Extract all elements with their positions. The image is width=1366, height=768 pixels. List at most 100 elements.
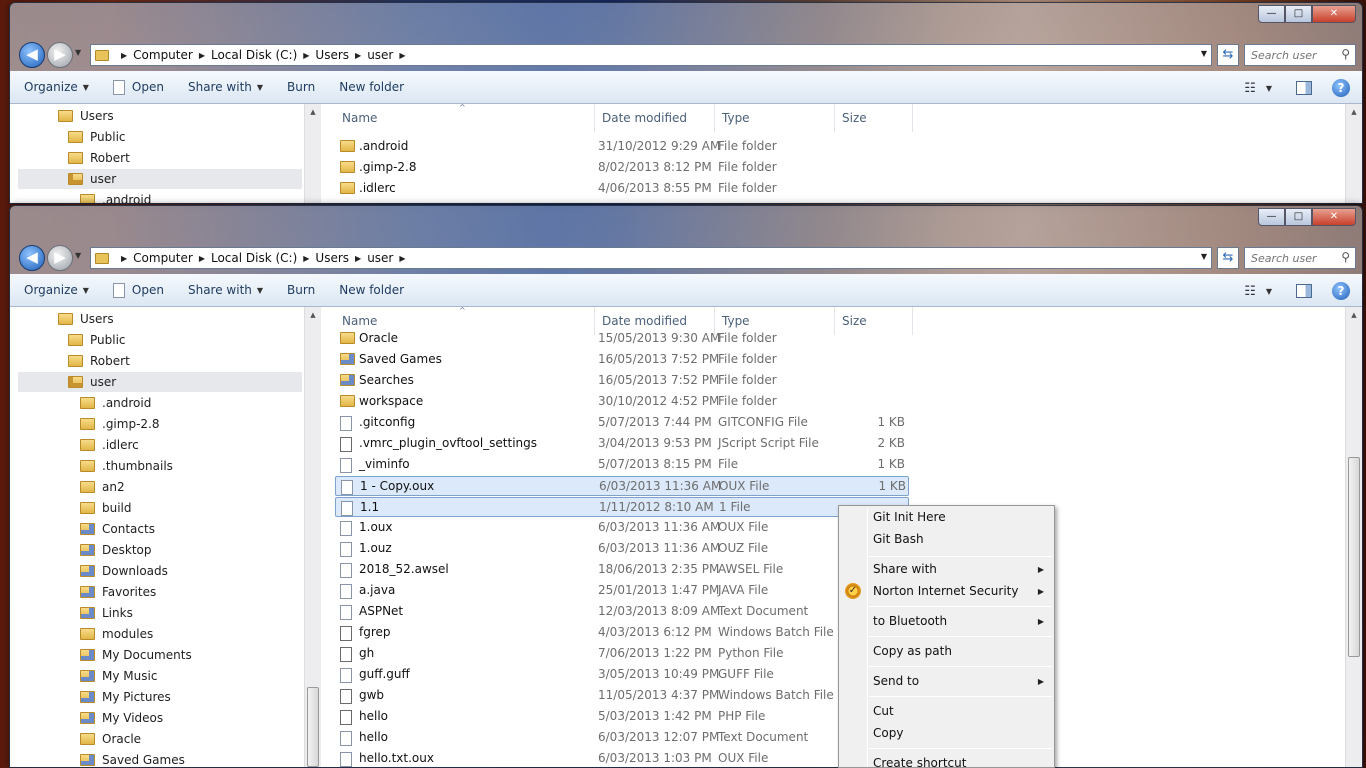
scroll-up-icon[interactable]: ▲	[1346, 104, 1362, 120]
file-row[interactable]: 1.1 1/11/2012 8:10 AM 1 File	[335, 497, 909, 517]
chevron-right-icon[interactable]: ▶	[355, 51, 361, 60]
file-row[interactable]: 1.oux 6/03/2013 11:36 AM OUX File	[335, 518, 909, 538]
menu-item-git-init-here[interactable]: Git Init Here	[873, 510, 946, 524]
nav-item[interactable]: .gimp-2.8	[80, 414, 160, 434]
views-icon[interactable]: ☷	[1244, 81, 1256, 96]
nav-item[interactable]: Contacts	[80, 519, 155, 539]
file-row[interactable]: gwb 11/05/2013 4:37 PM Windows Batch File	[335, 686, 909, 706]
breadcrumb-users[interactable]: Users	[315, 48, 349, 62]
nav-item[interactable]: modules	[80, 624, 153, 644]
menu-item-copy[interactable]: Copy	[873, 726, 903, 740]
file-row[interactable]: 2018_52.awsel 18/06/2013 2:35 PM AWSEL Fil…	[335, 560, 909, 580]
back-button[interactable]: ◀	[19, 245, 45, 271]
breadcrumb-local-disk[interactable]: Local Disk (C:)	[211, 48, 297, 62]
burn-button[interactable]: Burn	[287, 283, 315, 297]
file-row[interactable]: Saved Games 16/05/2013 7:52 PM File folder	[335, 350, 909, 370]
scroll-thumb[interactable]	[307, 687, 319, 767]
chevron-right-icon[interactable]: ▶	[399, 254, 405, 263]
column-header-size[interactable]: Size	[835, 104, 913, 132]
back-button[interactable]: ◀	[19, 42, 45, 68]
scroll-up-icon[interactable]: ▲	[1346, 307, 1362, 323]
nav-item-android[interactable]: .android	[80, 190, 151, 203]
nav-item[interactable]: My Documents	[80, 645, 192, 665]
address-bar[interactable]: ▶ Computer ▶ Local Disk (C:) ▶ Users ▶ u…	[90, 247, 1212, 269]
file-row[interactable]: .android 31/10/2012 9:29 AM File folder	[335, 137, 909, 157]
search-box[interactable]: ⚲	[1244, 247, 1356, 269]
scroll-thumb[interactable]	[1348, 457, 1360, 657]
nav-item[interactable]: .thumbnails	[80, 456, 173, 476]
breadcrumb-user[interactable]: user	[367, 48, 393, 62]
maximize-button[interactable]: □	[1285, 5, 1312, 23]
file-row[interactable]: 1 - Copy.oux 6/03/2013 11:36 AM OUX File 1 …	[335, 476, 909, 496]
chevron-right-icon[interactable]: ▶	[199, 254, 205, 263]
file-row[interactable]: gh 7/06/2013 1:22 PM Python File	[335, 644, 909, 664]
breadcrumb-user[interactable]: user	[367, 251, 393, 265]
breadcrumb-users[interactable]: Users	[315, 251, 349, 265]
nav-item-users[interactable]: Users	[58, 106, 114, 126]
address-dropdown-icon[interactable]: ▼	[1201, 49, 1207, 58]
file-row[interactable]: .vmrc_plugin_ovftool_settings 3/04/2013 9…	[335, 434, 909, 454]
chevron-right-icon[interactable]: ▶	[303, 51, 309, 60]
nav-item[interactable]: My Videos	[80, 708, 163, 728]
nav-item[interactable]: Favorites	[80, 582, 156, 602]
minimize-button[interactable]: —	[1258, 208, 1285, 226]
open-button[interactable]: Open	[112, 282, 164, 298]
scroll-up-icon[interactable]: ▲	[305, 307, 321, 323]
breadcrumb-computer[interactable]: Computer	[133, 48, 193, 62]
preview-pane-icon[interactable]	[1296, 284, 1312, 298]
nav-item[interactable]: Links	[80, 603, 133, 623]
open-button[interactable]: Open	[112, 79, 164, 95]
menu-item-copy-as-path[interactable]: Copy as path	[873, 644, 952, 658]
chevron-right-icon[interactable]: ▶	[399, 51, 405, 60]
file-row[interactable]: fgrep 4/03/2013 6:12 PM Windows Batch File	[335, 623, 909, 643]
chevron-down-icon[interactable]: ▼	[1266, 287, 1272, 296]
file-list-scrollbar[interactable]: ▲	[1345, 104, 1362, 203]
nav-item[interactable]: My Music	[80, 666, 157, 686]
recent-pages-dropdown[interactable]: ▼	[75, 251, 81, 260]
breadcrumb-computer[interactable]: Computer	[133, 251, 193, 265]
search-icon[interactable]: ⚲	[1341, 47, 1350, 61]
preview-pane-icon[interactable]	[1296, 81, 1312, 95]
file-row[interactable]: hello.txt.oux 6/03/2013 1:03 PM OUX File	[335, 749, 909, 767]
nav-item[interactable]: build	[80, 498, 132, 518]
help-icon[interactable]: ?	[1332, 282, 1350, 300]
file-row[interactable]: hello 5/03/2013 1:42 PM PHP File	[335, 707, 909, 727]
nav-item[interactable]: My Pictures	[80, 687, 171, 707]
nav-item[interactable]: user	[18, 372, 302, 392]
file-row[interactable]: a.java 25/01/2013 1:47 PM JAVA File	[335, 581, 909, 601]
chevron-right-icon[interactable]: ▶	[303, 254, 309, 263]
menu-item-share-with[interactable]: Share with	[873, 562, 937, 576]
forward-button[interactable]: ▶	[47, 42, 73, 68]
recent-pages-dropdown[interactable]: ▼	[75, 48, 81, 57]
file-row[interactable]: workspace 30/10/2012 4:52 PM File folder	[335, 392, 909, 412]
menu-item-cut[interactable]: Cut	[873, 704, 894, 718]
menu-item-to-bluetooth[interactable]: to Bluetooth	[873, 614, 947, 628]
file-row[interactable]: guff.guff 3/05/2013 10:49 PM GUFF File	[335, 665, 909, 685]
nav-item[interactable]: Oracle	[80, 729, 141, 749]
file-row[interactable]: Oracle 15/05/2013 9:30 AM File folder	[335, 329, 909, 349]
nav-item[interactable]: .android	[80, 393, 151, 413]
chevron-right-icon[interactable]: ▶	[121, 254, 127, 263]
nav-item[interactable]: Saved Games	[80, 750, 185, 767]
new-folder-button[interactable]: New folder	[339, 80, 404, 94]
nav-item[interactable]: Desktop	[80, 540, 152, 560]
breadcrumb-local-disk[interactable]: Local Disk (C:)	[211, 251, 297, 265]
close-button[interactable]: ✕	[1312, 5, 1356, 23]
refresh-button[interactable]: ⇆	[1217, 44, 1239, 66]
help-icon[interactable]: ?	[1332, 79, 1350, 97]
nav-item-user[interactable]: user	[18, 169, 302, 189]
forward-button[interactable]: ▶	[47, 245, 73, 271]
address-dropdown-icon[interactable]: ▼	[1201, 252, 1207, 261]
chevron-right-icon[interactable]: ▶	[199, 51, 205, 60]
file-row[interactable]: ASPNet 12/03/2013 8:09 AM Text Document	[335, 602, 909, 622]
file-row[interactable]: 1.ouz 6/03/2013 11:36 AM OUZ File	[335, 539, 909, 559]
close-button[interactable]: ✕	[1312, 208, 1356, 226]
nav-item[interactable]: Robert	[68, 351, 130, 371]
column-header-name[interactable]: Name ^	[335, 104, 595, 132]
nav-pane-scrollbar[interactable]: ▲	[304, 307, 321, 767]
file-row[interactable]: _viminfo 5/07/2013 8:15 PM File 1 KB	[335, 455, 909, 475]
share-with-button[interactable]: Share with ▼	[188, 80, 263, 94]
column-header-date[interactable]: Date modified	[595, 104, 715, 132]
refresh-button[interactable]: ⇆	[1217, 247, 1239, 269]
nav-item-robert[interactable]: Robert	[68, 148, 130, 168]
